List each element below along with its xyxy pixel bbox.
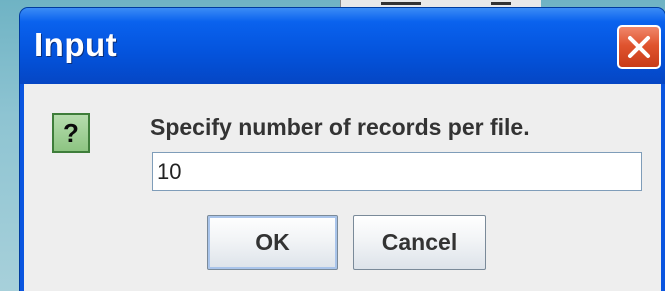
title-bar[interactable]: Input xyxy=(20,8,665,84)
dialog-body: ? Specify number of records per file. OK… xyxy=(24,84,661,291)
background-fragment-mark xyxy=(381,2,421,5)
dialog-message: Specify number of records per file. xyxy=(150,114,530,140)
question-icon: ? xyxy=(52,113,90,153)
close-button[interactable] xyxy=(617,25,661,69)
dialog-title: Input xyxy=(34,26,118,63)
ok-button[interactable]: OK xyxy=(207,215,338,270)
records-per-file-input[interactable] xyxy=(152,152,642,191)
cancel-button[interactable]: Cancel xyxy=(353,215,486,270)
close-icon xyxy=(628,36,650,58)
background-fragment-mark xyxy=(491,2,511,5)
input-dialog: Input ? Specify number of records per fi… xyxy=(20,8,665,291)
